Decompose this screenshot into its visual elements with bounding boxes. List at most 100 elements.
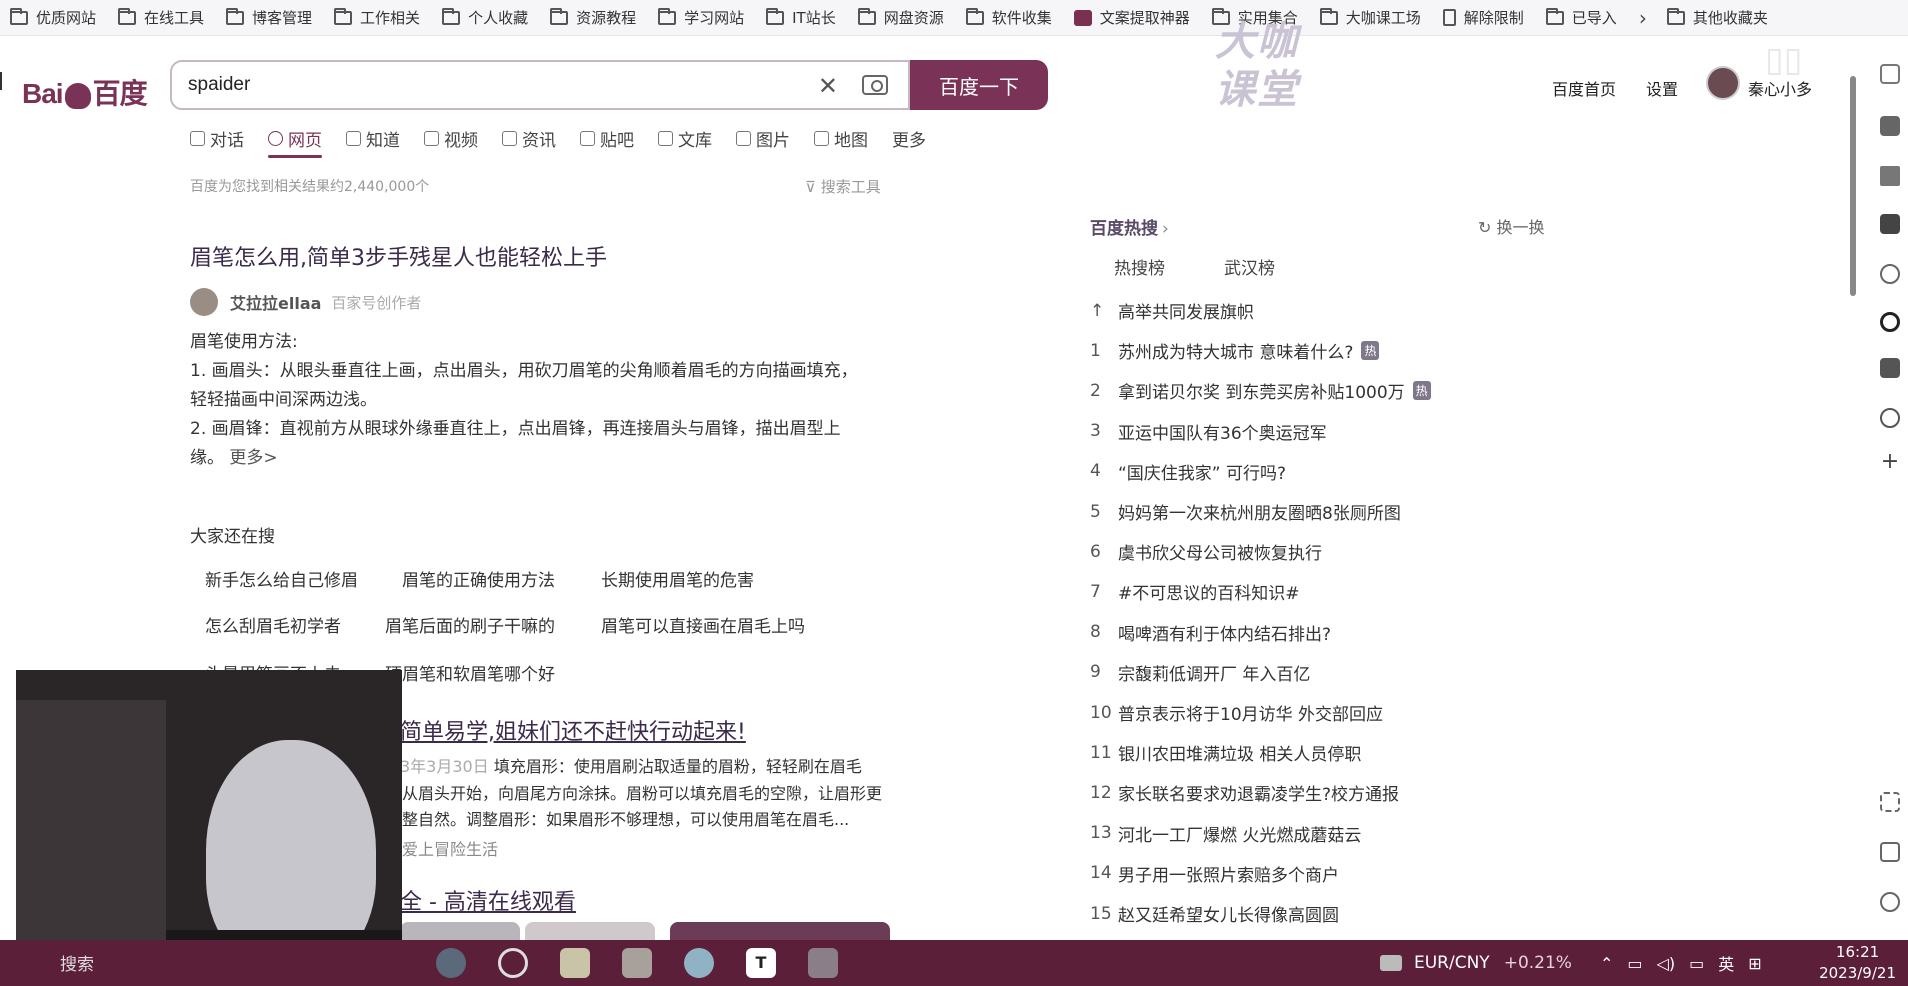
hot-search-item[interactable]: ↑ 高举共同发展旗帜 — [1090, 298, 1254, 324]
hot-search-item[interactable]: 1 苏州成为特大城市 意味着什么? 热 — [1090, 338, 1380, 363]
search-input[interactable]: spaider ✕ — [170, 60, 910, 110]
related-search-item[interactable]: 眉笔后面的刷子干嘛的 — [385, 612, 555, 637]
bookmark-item[interactable]: 博客管理 — [226, 7, 312, 28]
stock-widget[interactable]: EUR/CNY +0.21% — [1380, 940, 1572, 986]
bookmark-item[interactable]: 已导入 — [1545, 7, 1617, 28]
add-icon[interactable]: + — [1880, 451, 1900, 473]
search-tools-button[interactable]: ⊽ 搜索工具 — [805, 176, 881, 197]
hot-search-item[interactable]: 11 银川农田堆满垃圾 相关人员停职 — [1090, 740, 1361, 766]
camera-icon[interactable] — [862, 75, 888, 95]
related-search-item[interactable]: 怎么刮眉毛初学者 — [205, 612, 341, 637]
related-search-item[interactable]: 眉笔的正确使用方法 — [402, 566, 555, 591]
result-source[interactable]: 爱上冒险生活 — [402, 836, 498, 860]
hot-search-item[interactable]: 9 宗馥莉低调开厂 年入百亿 — [1090, 660, 1310, 685]
other-bookmarks[interactable]: 其他收藏夹 — [1666, 7, 1768, 28]
author-name[interactable]: 艾拉拉ellaa — [230, 290, 321, 314]
hot-search-item[interactable]: 15 赵又廷希望女儿长得像高圆圆 — [1090, 901, 1339, 927]
baidu-logo[interactable]: Bai 百度 — [22, 72, 148, 112]
tab-4[interactable]: 资讯 — [502, 124, 556, 152]
taskbar-search-label[interactable]: 搜索 — [60, 950, 94, 975]
related-search-item[interactable]: 眉笔可以直接画在眉毛上吗 — [601, 612, 805, 637]
bookmark-item[interactable]: 工作相关 — [334, 7, 420, 28]
settings-gear-icon[interactable] — [1880, 408, 1900, 428]
hot-search-item[interactable]: 7 #不可思议的百科知识# — [1090, 579, 1300, 605]
extension-icon[interactable] — [1880, 116, 1900, 136]
tab-7[interactable]: 图片 — [736, 124, 790, 152]
thumbnail[interactable] — [525, 922, 655, 940]
page-scrollbar[interactable] — [1850, 76, 1856, 296]
hot-search-item[interactable]: 6 虞书欣父母公司被恢复执行 — [1090, 539, 1322, 565]
typora-icon[interactable]: T — [746, 948, 776, 978]
bookmark-item[interactable]: 在线工具 — [118, 7, 204, 28]
ime-icon[interactable]: ⊞ — [1748, 954, 1761, 973]
bookmark-item[interactable]: 学习网站 — [658, 7, 744, 28]
related-search-item[interactable]: 长期使用眉笔的危害 — [601, 566, 754, 591]
bookmark-item[interactable]: 大咖课工场 — [1319, 7, 1421, 28]
tab-9[interactable]: 更多 — [892, 124, 926, 152]
related-search-item[interactable]: 硬眉笔和软眉笔哪个好 — [385, 660, 555, 685]
battery-icon[interactable]: ▭ — [1689, 954, 1704, 973]
result-title[interactable]: 简单易学,姐妹们还不赶快行动起来! — [400, 714, 746, 746]
hot-search-item[interactable]: 12 家长联名要求劝退霸凌学生?校方通报 — [1090, 780, 1399, 806]
image-viewer-icon[interactable] — [622, 948, 652, 978]
thumbnail[interactable] — [400, 922, 520, 940]
video-thumbnails[interactable] — [400, 922, 890, 940]
office-icon[interactable] — [1880, 358, 1900, 378]
hot-search-title[interactable]: 百度热搜 › — [1090, 214, 1169, 239]
username[interactable]: 秦心小多 — [1748, 76, 1812, 100]
hot-tab-wuhan[interactable]: 武汉榜 — [1224, 254, 1275, 279]
tab-3[interactable]: 视频 — [424, 124, 478, 152]
chevron-up-icon[interactable]: ⌃ — [1600, 954, 1613, 973]
hot-search-item[interactable]: 4 “国庆住我家” 可行吗? — [1090, 459, 1286, 484]
bookmark-item[interactable]: 网盘资源 — [857, 7, 944, 28]
bookmark-item[interactable]: IT站长 — [766, 7, 836, 28]
avatar[interactable] — [1706, 66, 1740, 100]
more-link[interactable]: 更多> — [229, 448, 277, 468]
tab-5[interactable]: 贴吧 — [580, 124, 634, 152]
bookmark-item[interactable]: 解除限制 — [1442, 7, 1524, 28]
system-clock[interactable]: 16:21 2023/9/21 — [1819, 942, 1896, 984]
refresh-button[interactable]: ↻ 换一换 — [1478, 214, 1545, 238]
sidebar-settings-icon[interactable] — [1880, 892, 1900, 912]
system-tray[interactable]: ⌃ ▭ ◁) ▭ 英 ⊞ — [1600, 940, 1762, 986]
settings-link[interactable]: 设置 — [1646, 76, 1678, 100]
clear-icon[interactable]: ✕ — [818, 72, 838, 101]
hot-search-item[interactable]: 13 河北一工厂爆燃 火光燃成蘑菇云 — [1090, 821, 1361, 846]
bookmarks-overflow-chevron-icon[interactable]: › — [1639, 6, 1647, 30]
thumbnail[interactable] — [670, 922, 890, 940]
folder-app-icon[interactable] — [808, 948, 838, 978]
bookmark-item[interactable]: 个人收藏 — [442, 7, 528, 28]
tab-0[interactable]: 对话 — [190, 124, 244, 152]
search-button[interactable]: 百度一下 — [910, 60, 1048, 110]
external-link-icon[interactable] — [1880, 842, 1900, 862]
tab-1[interactable]: 网页 — [268, 124, 322, 158]
network-icon[interactable]: ▭ — [1627, 954, 1642, 973]
send-icon[interactable] — [1880, 166, 1900, 186]
notepad-icon[interactable] — [560, 948, 590, 978]
hot-search-item[interactable]: 10 普京表示将于10月访华 外交部回应 — [1090, 700, 1383, 726]
result-title[interactable]: 全 - 高清在线观看 — [400, 884, 576, 916]
chrome-icon[interactable] — [498, 948, 528, 978]
games-icon[interactable] — [1880, 214, 1900, 234]
result-title[interactable]: 眉笔怎么用,简单3步手残星人也能轻松上手 — [190, 240, 607, 272]
bookmark-item[interactable]: 文案提取神器 — [1073, 7, 1190, 28]
app-icon[interactable] — [684, 948, 714, 978]
tab-2[interactable]: 知道 — [346, 124, 400, 152]
hot-search-item[interactable]: 14 男子用一张照片索赔多个商户 — [1090, 861, 1339, 886]
bookmark-item[interactable]: 优质网站 — [10, 7, 96, 28]
input-language[interactable]: 英 — [1718, 951, 1734, 975]
tab-6[interactable]: 文库 — [658, 124, 712, 152]
hot-tab-national[interactable]: 热搜榜 — [1114, 254, 1165, 279]
related-search-item[interactable]: 新手怎么给自己修眉 — [205, 566, 358, 591]
bookmark-item[interactable]: 资源教程 — [550, 7, 636, 28]
home-link[interactable]: 百度首页 — [1552, 76, 1616, 100]
screenshot-icon[interactable] — [1880, 792, 1900, 812]
browser-icon[interactable] — [436, 948, 466, 978]
volume-icon[interactable]: ◁) — [1657, 954, 1676, 973]
search-icon[interactable] — [1880, 64, 1900, 84]
hot-search-item[interactable]: 5 妈妈第一次来杭州朋友圈晒8张厕所图 — [1090, 499, 1401, 525]
circle-icon[interactable] — [1880, 312, 1900, 332]
bookmark-item[interactable]: 软件收集 — [965, 7, 1052, 28]
hot-search-item[interactable]: 8 喝啤酒有利于体内结石排出? — [1090, 620, 1331, 645]
hot-search-item[interactable]: 2 拿到诺贝尔奖 到东莞买房补贴1000万热 — [1090, 378, 1431, 403]
